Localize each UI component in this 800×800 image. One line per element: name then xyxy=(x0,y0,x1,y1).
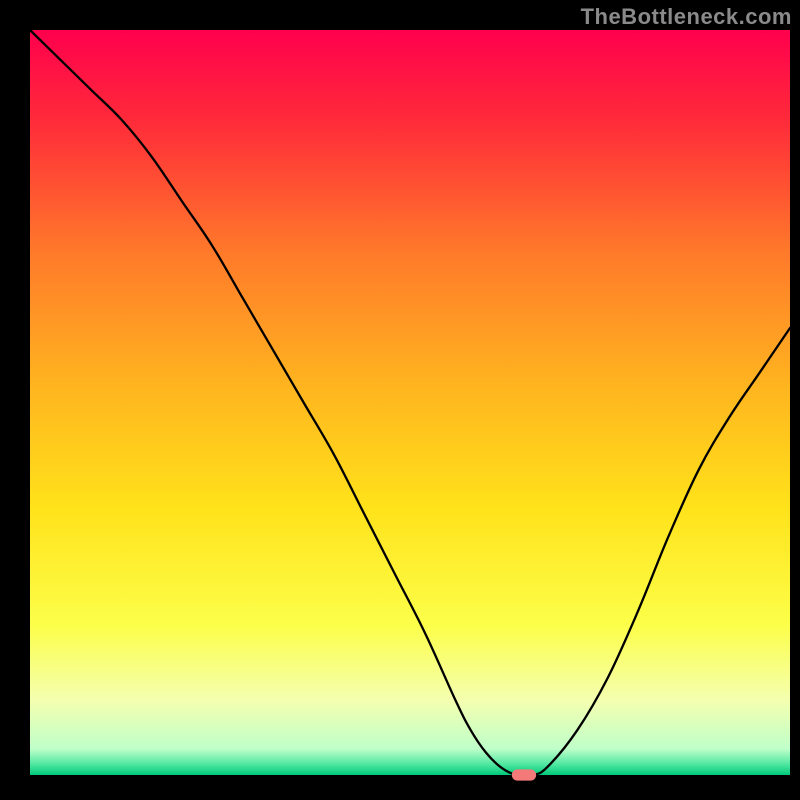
minimum-marker xyxy=(512,769,536,780)
plot-background xyxy=(30,30,790,775)
watermark-text: TheBottleneck.com xyxy=(581,4,792,30)
chart-container: TheBottleneck.com xyxy=(0,0,800,800)
chart-svg xyxy=(0,0,800,800)
